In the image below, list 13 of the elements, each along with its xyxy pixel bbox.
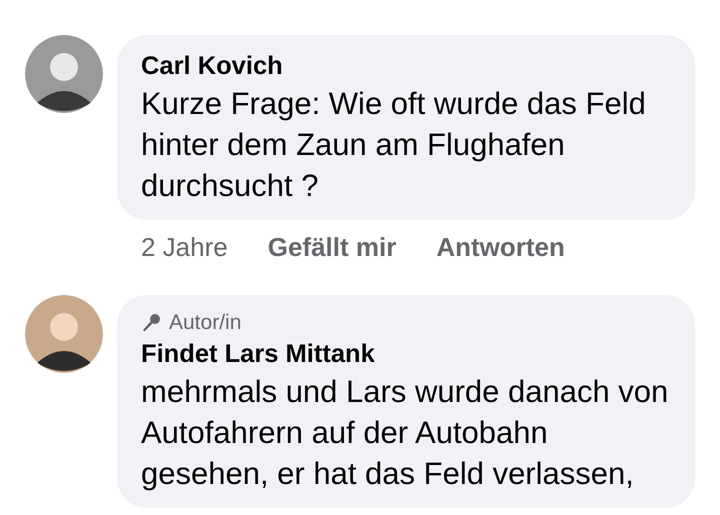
author-name[interactable]: Carl Kovich [141,49,677,83]
comment-text: mehrmals und Lars wurde danach von Autofahrern auf der Autobahn gesehen, er hat das Feld verlassen, [141,373,670,493]
person-silhouette-icon [25,35,103,113]
microphone-icon [141,313,161,333]
comment-time[interactable]: 2 Jahre [141,232,228,263]
author-label: Autor/in [169,311,242,335]
comment-action-link[interactable]: Gefällt mir [268,232,396,263]
avatar[interactable] [25,35,103,113]
comment-action-link[interactable]: Antworten [436,232,565,263]
author-name[interactable]: Findet Lars Mittank [141,337,677,371]
avatar[interactable] [25,295,103,373]
comment-text: Kurze Frage: Wie oft wurde das Feld hinter dem Zaun am Flughafen durchsucht ? [141,85,647,205]
person-silhouette-icon [25,295,103,373]
